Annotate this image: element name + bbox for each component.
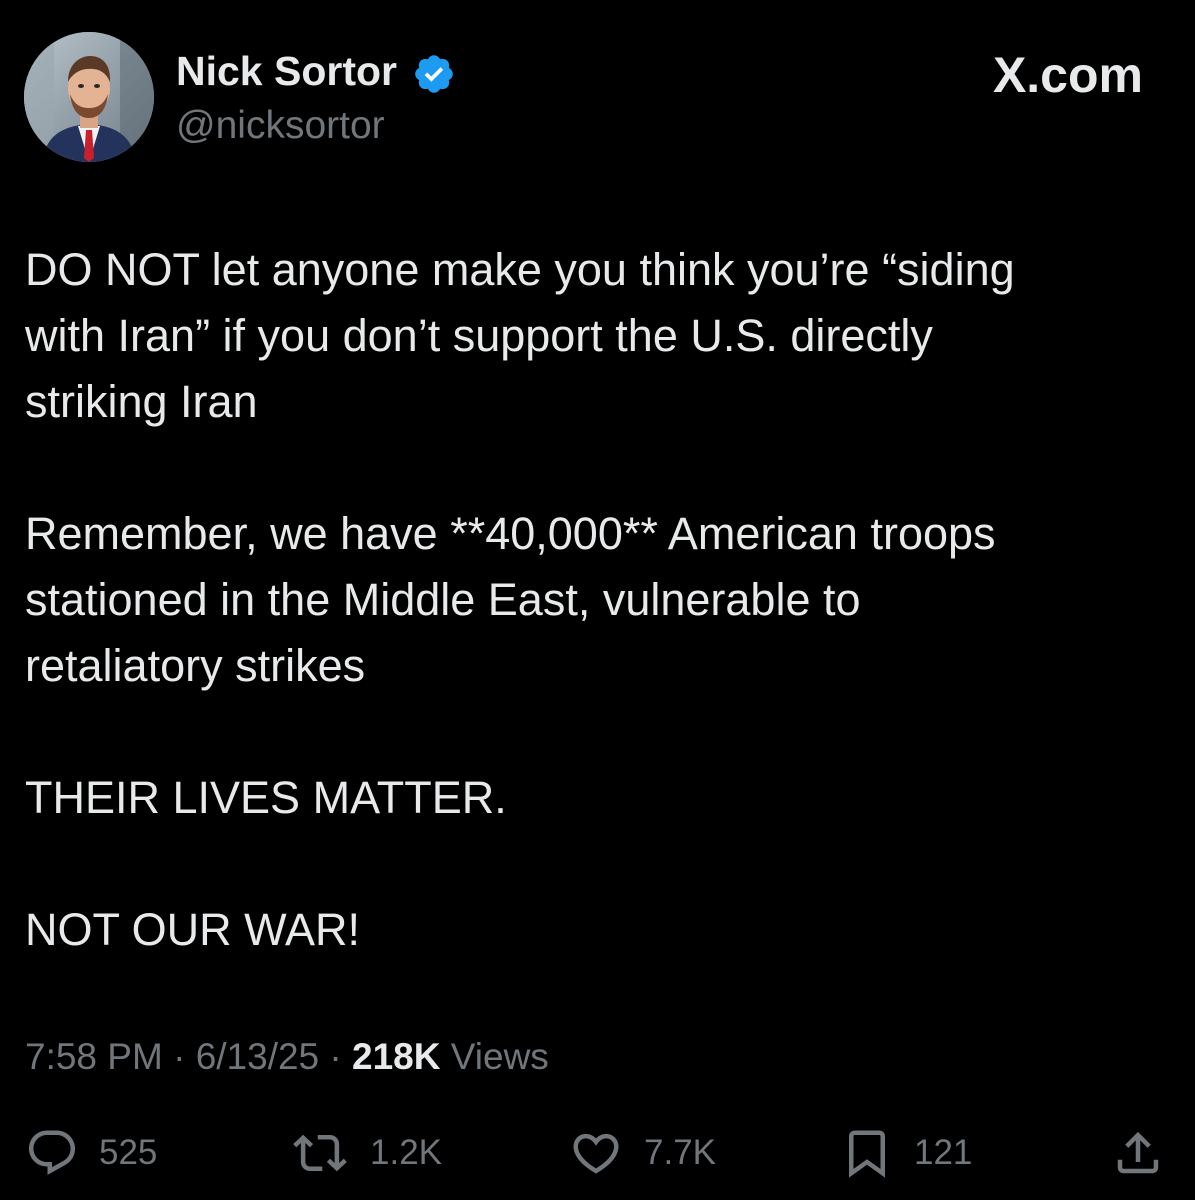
repost-button[interactable]: 1.2K — [290, 1125, 442, 1181]
views-label: Views — [450, 1036, 549, 1077]
tweet-paragraph: DO NOT let anyone make you think you’re … — [25, 244, 1015, 427]
author-handle[interactable]: @nicksortor — [176, 104, 385, 148]
x-brand-label: X.com — [992, 47, 1143, 103]
tweet-text: DO NOT let anyone make you think you’re … — [25, 237, 1165, 963]
author-name[interactable]: Nick Sortor — [176, 48, 397, 94]
action-bar: 525 1.2K 7.7K 121 — [0, 1125, 1195, 1181]
bookmark-icon — [849, 1130, 885, 1178]
tweet-meta: 7:58 PM · 6/13/25 · 218K Views — [25, 1034, 549, 1080]
tweet-date[interactable]: 6/13/25 — [196, 1036, 319, 1077]
bookmark-button[interactable]: 121 — [840, 1125, 972, 1181]
repost-icon — [293, 1134, 347, 1172]
avatar[interactable] — [24, 32, 154, 162]
profile-photo — [24, 32, 154, 162]
reply-button[interactable]: 525 — [25, 1125, 157, 1181]
meta-separator: · — [329, 1036, 342, 1077]
tweet-paragraph: NOT OUR WAR! — [25, 904, 360, 955]
share-icon — [1117, 1131, 1159, 1174]
tweet-paragraph: THEIR LIVES MATTER. — [25, 772, 507, 823]
share-button[interactable] — [1111, 1125, 1165, 1181]
reply-count: 525 — [99, 1133, 158, 1172]
verified-badge-icon — [415, 55, 453, 93]
reply-icon — [28, 1130, 76, 1175]
like-count: 7.7K — [644, 1133, 716, 1172]
bookmark-count: 121 — [914, 1133, 973, 1172]
like-button[interactable]: 7.7K — [568, 1125, 716, 1181]
heart-icon — [573, 1133, 619, 1174]
tweet-paragraph: Remember, we have **40,000** American tr… — [25, 508, 996, 691]
tweet-time[interactable]: 7:58 PM — [25, 1036, 163, 1077]
views-count: 218K — [352, 1036, 441, 1077]
repost-count: 1.2K — [370, 1133, 442, 1172]
meta-separator: · — [173, 1036, 186, 1077]
